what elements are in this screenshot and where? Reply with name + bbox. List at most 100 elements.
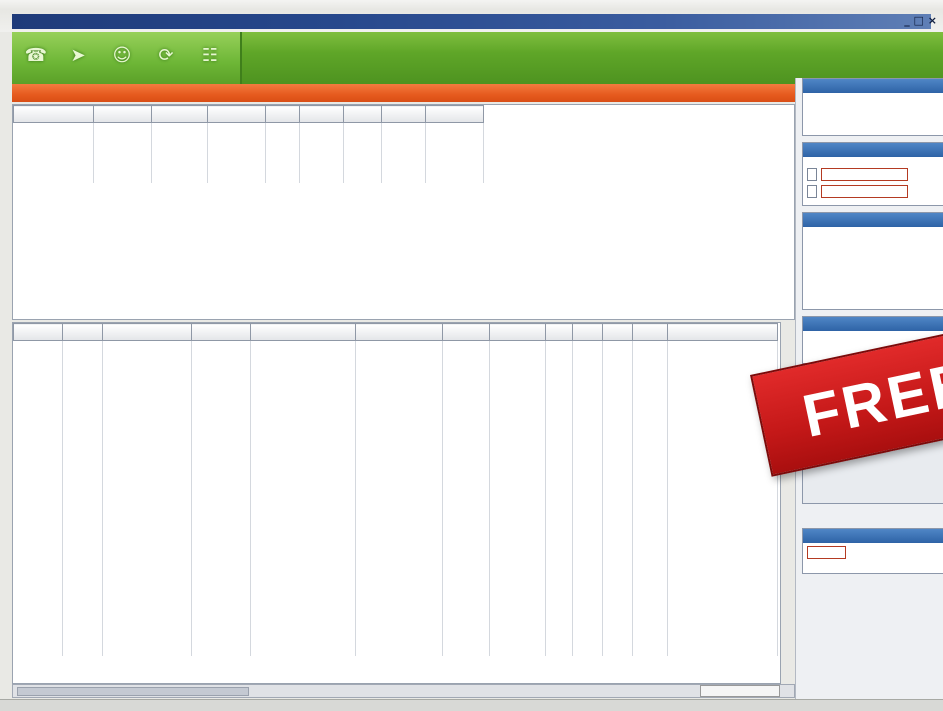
phone-icon[interactable]: ☎ bbox=[22, 42, 50, 70]
cell bbox=[13, 386, 63, 401]
panel-header[interactable] bbox=[803, 213, 943, 227]
table-row[interactable] bbox=[13, 431, 779, 446]
spinner-icon[interactable] bbox=[807, 168, 817, 181]
table-row[interactable] bbox=[13, 551, 779, 566]
table-row[interactable] bbox=[13, 521, 779, 536]
table-row[interactable] bbox=[13, 416, 779, 431]
arrow-icon[interactable]: ➤ bbox=[64, 42, 92, 70]
col-header[interactable] bbox=[265, 105, 300, 123]
spinner-icon[interactable] bbox=[807, 185, 817, 198]
table-row[interactable] bbox=[13, 401, 779, 416]
cell bbox=[62, 371, 104, 386]
panel-header[interactable] bbox=[803, 79, 943, 93]
panel-header[interactable] bbox=[803, 317, 943, 331]
col-header[interactable] bbox=[13, 323, 63, 341]
col-header[interactable] bbox=[488, 323, 547, 341]
table-row[interactable] bbox=[13, 356, 779, 371]
table-row[interactable] bbox=[13, 461, 779, 476]
window-controls[interactable]: _ □ × bbox=[904, 14, 937, 27]
pager[interactable] bbox=[700, 685, 780, 697]
cell bbox=[545, 340, 573, 356]
col-header[interactable] bbox=[102, 323, 193, 341]
cell bbox=[545, 521, 573, 536]
cell bbox=[299, 153, 344, 168]
col-header[interactable] bbox=[207, 105, 266, 123]
panel-body[interactable] bbox=[803, 93, 943, 99]
cell bbox=[102, 386, 193, 401]
value-input[interactable] bbox=[807, 546, 846, 559]
table-row[interactable] bbox=[13, 491, 779, 506]
col-header[interactable] bbox=[249, 323, 357, 341]
table-row[interactable] bbox=[13, 536, 779, 551]
table-row[interactable] bbox=[13, 122, 484, 138]
col-header[interactable] bbox=[151, 105, 208, 123]
table-row[interactable] bbox=[13, 446, 779, 461]
col-header[interactable] bbox=[425, 105, 484, 123]
cell bbox=[250, 611, 357, 626]
col-header[interactable] bbox=[13, 105, 94, 123]
person-icon[interactable]: ☺ bbox=[108, 42, 136, 70]
cell bbox=[442, 536, 490, 551]
table-row[interactable] bbox=[13, 581, 779, 596]
cell bbox=[545, 476, 573, 491]
col-header[interactable] bbox=[354, 323, 444, 341]
cell bbox=[632, 416, 668, 431]
cell bbox=[13, 122, 94, 138]
cell bbox=[62, 446, 104, 461]
cell bbox=[62, 416, 104, 431]
scrollbar-thumb[interactable] bbox=[17, 687, 249, 696]
cell bbox=[442, 401, 490, 416]
table-row[interactable] bbox=[13, 611, 779, 626]
cell bbox=[572, 536, 603, 551]
col-header[interactable] bbox=[93, 105, 152, 123]
col-header[interactable] bbox=[632, 323, 668, 341]
col-header[interactable] bbox=[666, 323, 779, 341]
cell bbox=[207, 153, 266, 168]
table-row[interactable] bbox=[13, 340, 779, 356]
table-row[interactable] bbox=[13, 386, 779, 401]
col-header[interactable] bbox=[571, 323, 603, 341]
contacts-icon[interactable]: ☷ bbox=[196, 42, 224, 70]
cell bbox=[572, 431, 603, 446]
cell bbox=[250, 521, 357, 536]
cell bbox=[442, 551, 490, 566]
cell bbox=[442, 340, 490, 356]
date-from-input[interactable] bbox=[821, 168, 909, 181]
table-row[interactable] bbox=[13, 506, 779, 521]
cell bbox=[13, 476, 63, 491]
table-row[interactable] bbox=[13, 626, 779, 641]
col-header[interactable] bbox=[191, 323, 251, 341]
cell bbox=[632, 596, 668, 611]
table-row[interactable] bbox=[13, 641, 779, 656]
col-header[interactable] bbox=[442, 323, 490, 341]
table-row[interactable] bbox=[13, 566, 779, 581]
col-header[interactable] bbox=[381, 105, 426, 123]
col-header[interactable] bbox=[299, 105, 344, 123]
col-header[interactable] bbox=[545, 323, 573, 341]
cell bbox=[381, 122, 426, 138]
cell bbox=[355, 476, 444, 491]
cell bbox=[667, 431, 779, 446]
table-row[interactable] bbox=[13, 168, 484, 183]
refresh-icon[interactable]: ⟳ bbox=[152, 42, 180, 70]
cell bbox=[62, 431, 104, 446]
col-header[interactable] bbox=[61, 323, 104, 341]
panel-header[interactable] bbox=[803, 529, 943, 543]
cell bbox=[62, 521, 104, 536]
panel-header[interactable] bbox=[803, 143, 943, 157]
col-header[interactable] bbox=[601, 323, 634, 341]
table-row[interactable] bbox=[13, 371, 779, 386]
table-row[interactable] bbox=[13, 476, 779, 491]
col-header[interactable] bbox=[343, 105, 382, 123]
title-bar: _ □ × bbox=[0, 0, 943, 32]
table-row[interactable] bbox=[13, 153, 484, 168]
date-to-input[interactable] bbox=[821, 185, 909, 198]
cell bbox=[299, 168, 344, 183]
table-row[interactable] bbox=[13, 138, 484, 153]
cell bbox=[572, 641, 603, 656]
table-row[interactable] bbox=[13, 596, 779, 611]
cell bbox=[102, 401, 193, 416]
horizontal-scrollbar[interactable] bbox=[12, 684, 795, 698]
cell bbox=[442, 461, 490, 476]
cell bbox=[632, 581, 668, 596]
